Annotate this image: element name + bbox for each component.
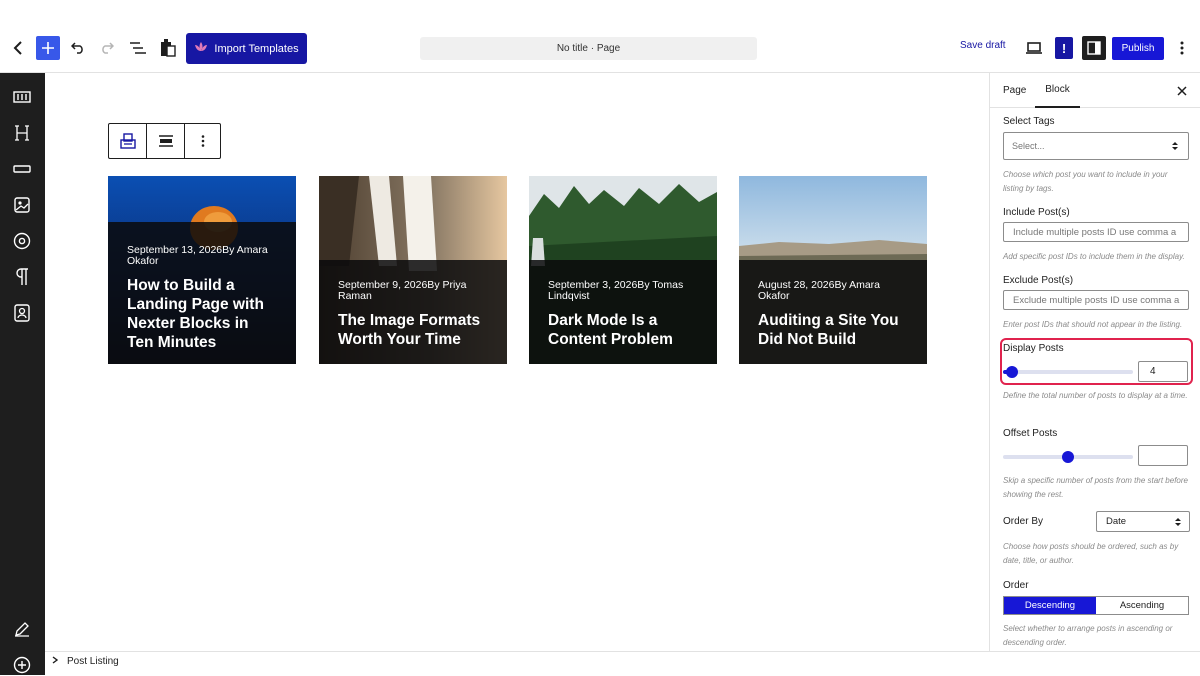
- post-card[interactable]: September 9, 2026By Priya Raman The Imag…: [319, 176, 507, 364]
- heading-block-icon[interactable]: [11, 122, 33, 144]
- exclude-posts-help: Enter post IDs that should not appear in…: [1003, 320, 1183, 329]
- post-listing-block-icon[interactable]: [109, 124, 147, 158]
- chevron-right-icon: [52, 656, 59, 667]
- include-posts-help: Add specific post IDs to include them in…: [1003, 252, 1185, 261]
- display-posts-label: Display Posts: [1003, 343, 1064, 354]
- clipboard-icon[interactable]: [158, 36, 178, 60]
- import-templates-button[interactable]: Import Templates: [186, 33, 307, 64]
- save-draft-button[interactable]: Save draft: [960, 40, 1006, 51]
- card-overlay: September 9, 2026By Priya Raman The Imag…: [319, 260, 507, 364]
- post-card[interactable]: September 3, 2026By Tomas Lindqvist Dark…: [529, 176, 717, 364]
- post-title[interactable]: Auditing a Site You Did Not Build: [758, 311, 908, 349]
- breadcrumb-post-listing[interactable]: Post Listing: [67, 656, 119, 667]
- breadcrumb[interactable]: Post Listing: [52, 656, 119, 667]
- settings-sidebar: Page Block Select Tags Select... Choose …: [989, 73, 1200, 651]
- tab-block[interactable]: Block: [1035, 73, 1080, 108]
- back-icon[interactable]: [8, 36, 28, 60]
- preview-desktop-icon[interactable]: [1024, 38, 1044, 58]
- order-toggle-group: Descending Ascending: [1003, 596, 1189, 615]
- undo-icon[interactable]: [68, 36, 88, 60]
- display-posts-slider-thumb[interactable]: [1006, 366, 1018, 378]
- post-title[interactable]: The Image Formats Worth Your Time: [338, 311, 488, 349]
- paragraph-block-icon[interactable]: [11, 266, 33, 288]
- offset-posts-number-input[interactable]: [1138, 445, 1188, 466]
- order-by-value: Date: [1106, 516, 1127, 527]
- order-label: Order: [1003, 580, 1029, 591]
- select-tags-placeholder: Select...: [1012, 141, 1045, 151]
- select-tags-label: Select Tags: [1003, 116, 1055, 127]
- close-icon[interactable]: [1176, 84, 1188, 96]
- add-circle-icon[interactable]: [11, 654, 33, 676]
- block-toolbar: [108, 123, 221, 159]
- image-block-icon[interactable]: [11, 194, 33, 216]
- post-card[interactable]: August 28, 2026By Amara Okafor Auditing …: [739, 176, 927, 364]
- display-posts-number-input[interactable]: 4: [1138, 361, 1188, 382]
- top-toolbar: Import Templates No title · Page Save dr…: [0, 0, 1200, 73]
- card-overlay: August 28, 2026By Amara Okafor Auditing …: [739, 260, 927, 364]
- post-card[interactable]: September 13, 2026By Amara Okafor How to…: [108, 176, 296, 364]
- order-descending-button[interactable]: Descending: [1004, 597, 1096, 614]
- align-icon[interactable]: [147, 124, 185, 158]
- publish-button[interactable]: Publish: [1112, 37, 1164, 60]
- offset-posts-label: Offset Posts: [1003, 428, 1058, 439]
- editor-canvas[interactable]: September 13, 2026By Amara Okafor How to…: [45, 73, 989, 651]
- block-breadcrumb-bar: Post Listing: [45, 651, 1200, 675]
- post-meta: August 28, 2026By Amara Okafor: [758, 279, 880, 302]
- post-meta: September 9, 2026By Priya Raman: [338, 279, 467, 302]
- select-caret-icon: [1175, 517, 1181, 530]
- offset-posts-slider-fill: [1003, 455, 1068, 459]
- add-block-button[interactable]: [36, 36, 60, 60]
- select-tags-help: Choose which post you want to include in…: [1003, 170, 1168, 193]
- display-posts-help: Define the total number of posts to disp…: [1003, 391, 1188, 400]
- slider-block-icon[interactable]: [11, 86, 33, 108]
- order-ascending-button[interactable]: Ascending: [1096, 597, 1188, 614]
- order-by-label: Order By: [1003, 516, 1044, 527]
- post-title[interactable]: How to Build a Landing Page with Nexter …: [127, 276, 277, 352]
- exclude-posts-input[interactable]: Exclude multiple posts ID use comma a: [1003, 290, 1189, 310]
- redo-icon[interactable]: [97, 36, 117, 60]
- display-posts-slider[interactable]: [1003, 366, 1133, 378]
- document-overview-icon[interactable]: [128, 36, 148, 60]
- include-posts-input[interactable]: Include multiple posts ID use comma a: [1003, 222, 1189, 242]
- edit-pencil-icon[interactable]: [11, 618, 33, 640]
- order-by-dropdown[interactable]: Date: [1096, 511, 1190, 532]
- tab-page[interactable]: Page: [1003, 73, 1026, 108]
- offset-posts-help: Skip a specific number of posts from the…: [1003, 476, 1188, 499]
- sidebar-tabs: Page Block: [990, 73, 1200, 108]
- alert-icon[interactable]: !: [1055, 37, 1073, 59]
- order-by-help: Choose how posts should be ordered, such…: [1003, 542, 1179, 565]
- document-title-bar[interactable]: No title · Page: [420, 37, 757, 60]
- author-box-block-icon[interactable]: [11, 302, 33, 324]
- exclude-posts-label: Exclude Post(s): [1003, 275, 1074, 286]
- post-title[interactable]: Dark Mode Is a Content Problem: [548, 311, 698, 349]
- more-options-icon[interactable]: [185, 124, 220, 158]
- offset-posts-slider-thumb[interactable]: [1062, 451, 1074, 463]
- post-meta: September 3, 2026By Tomas Lindqvist: [548, 279, 684, 302]
- card-overlay: September 3, 2026By Tomas Lindqvist Dark…: [529, 260, 717, 364]
- card-overlay: September 13, 2026By Amara Okafor How to…: [108, 222, 296, 364]
- button-block-icon[interactable]: [11, 158, 33, 180]
- settings-sidebar-icon[interactable]: [1082, 36, 1106, 60]
- offset-posts-slider[interactable]: [1003, 451, 1133, 463]
- block-inserter-rail: [0, 73, 45, 675]
- select-caret-icon: [1172, 141, 1178, 153]
- order-help: Select whether to arrange posts in ascen…: [1003, 624, 1173, 647]
- lotus-icon: [194, 42, 208, 55]
- post-meta: September 13, 2026By Amara Okafor: [127, 244, 268, 267]
- import-templates-label: Import Templates: [214, 42, 299, 55]
- select-tags-dropdown[interactable]: Select...: [1003, 132, 1189, 160]
- more-options-icon[interactable]: [1176, 38, 1188, 58]
- include-posts-label: Include Post(s): [1003, 207, 1070, 218]
- circle-block-icon[interactable]: [11, 230, 33, 252]
